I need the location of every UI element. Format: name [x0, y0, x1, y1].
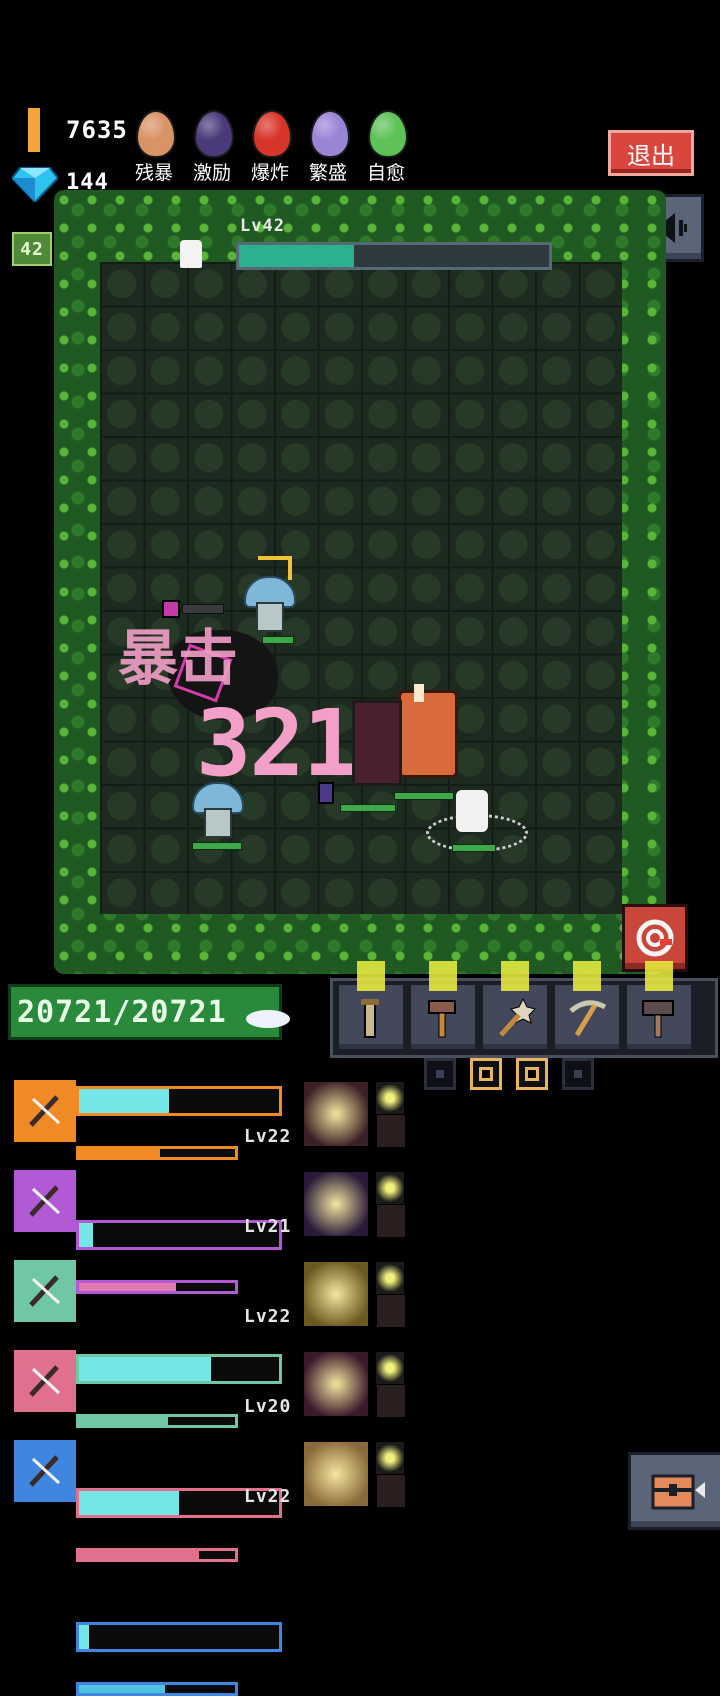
- page-dot[interactable]: [424, 1058, 456, 1090]
- player-level-badge: 42: [12, 232, 52, 266]
- passive-skill-icon[interactable]: [376, 1172, 404, 1204]
- passive-skill-icon[interactable]: [376, 1294, 406, 1328]
- hero-portrait[interactable]: [14, 1350, 76, 1412]
- mushroom-enemy: [244, 576, 296, 632]
- weapon-slot[interactable]: [552, 961, 622, 1052]
- passive-skill-icon[interactable]: [376, 1262, 404, 1294]
- charge-glow: [501, 961, 529, 991]
- crossed-blades-icon: [29, 1095, 61, 1127]
- hero-xp-bar: [76, 1414, 238, 1428]
- star-wand-icon: [499, 997, 536, 1037]
- green-egg-icon: [368, 110, 408, 158]
- hero-level: Lv21: [244, 1216, 292, 1237]
- mushroom-enemy: [192, 782, 244, 838]
- passive-skill-icon[interactable]: [376, 1474, 406, 1508]
- wave-progress-bar: [236, 242, 552, 270]
- wave-progress-fill: [239, 245, 354, 267]
- chest-button[interactable]: [628, 1452, 720, 1530]
- swirl-icon: [636, 919, 674, 957]
- red-horned-enemy: [398, 690, 458, 778]
- brown-egg-icon: [136, 110, 176, 158]
- crit-text: 暴击: [118, 624, 238, 694]
- player-hp-text: 20721/20721: [17, 994, 227, 1030]
- hero-energy-bar: [76, 1622, 282, 1652]
- hero-row[interactable]: Lv21: [0, 44, 720, 1294]
- hero-xp-bar: [76, 1682, 238, 1696]
- mushroom-halo: [258, 556, 292, 580]
- page-dot[interactable]: [516, 1058, 548, 1090]
- hero-skill-icon[interactable]: [304, 1352, 368, 1416]
- buff-label: 激励: [192, 162, 231, 184]
- gold-icon: [28, 108, 40, 152]
- hero-row[interactable]: Lv22: [0, 0, 720, 1160]
- diamond-icon: [10, 166, 60, 204]
- hammer-icon: [428, 1000, 456, 1038]
- hero-skill-icon[interactable]: [304, 1082, 368, 1146]
- hero-level: Lv22: [244, 1306, 292, 1327]
- enemy-hp-bar: [394, 792, 454, 800]
- buff-label: 繁盛: [308, 162, 347, 184]
- staff-icon: [29, 1365, 61, 1397]
- lavender-egg-icon: [310, 110, 350, 158]
- pickaxe-icon: [29, 1185, 61, 1217]
- mallet-icon: [642, 1000, 674, 1038]
- skeleton-enemy: [456, 790, 488, 832]
- hero-portrait[interactable]: [14, 1260, 76, 1322]
- hero-energy-bar: [76, 1086, 282, 1116]
- buff-label: 残暴: [134, 162, 173, 184]
- scroll-icon: [361, 999, 379, 1038]
- hero-level: Lv22: [244, 1126, 292, 1147]
- hero-skill-icon[interactable]: [304, 1442, 368, 1506]
- passive-skill-icon[interactable]: [376, 1204, 406, 1238]
- charge-glow: [573, 961, 601, 991]
- enemy-hp-bar: [452, 844, 496, 852]
- claw-icon: [29, 1275, 61, 1307]
- hero-portrait[interactable]: [14, 1440, 76, 1502]
- buff-label: 自愈: [366, 162, 405, 184]
- wave-skull-icon: [180, 240, 202, 268]
- page-dot[interactable]: [470, 1058, 502, 1090]
- hero-skill-icon[interactable]: [304, 1172, 368, 1236]
- page-dot[interactable]: [562, 1058, 594, 1090]
- weapon-slot[interactable]: [480, 961, 550, 1052]
- gold-count: 7635: [66, 116, 128, 144]
- weapon-slot[interactable]: [624, 961, 694, 1052]
- weapon-slot[interactable]: [408, 961, 478, 1052]
- enemy-hp-bar: [262, 636, 294, 644]
- red-egg-icon: [252, 110, 292, 158]
- hero-level: Lv22: [244, 1486, 292, 1507]
- weapon-slot[interactable]: [336, 961, 406, 1052]
- passive-skill-icon[interactable]: [376, 1384, 406, 1418]
- passive-skill-icon[interactable]: [376, 1442, 404, 1474]
- arena-floor: [100, 262, 622, 914]
- horn: [414, 684, 424, 702]
- charge-glow: [645, 961, 673, 991]
- hero-skill-icon[interactable]: [304, 1262, 368, 1326]
- hero-xp-bar: [76, 1280, 238, 1294]
- charge-glow: [357, 961, 385, 991]
- enemy-hp-bar: [340, 804, 396, 812]
- hero-portrait[interactable]: [14, 1170, 76, 1232]
- passive-skill-icon[interactable]: [376, 1114, 406, 1148]
- charge-glow: [429, 961, 457, 991]
- hero-energy-bar: [76, 1354, 282, 1384]
- passive-skill-icon[interactable]: [376, 1082, 404, 1114]
- dark-knight-enemy: [352, 700, 402, 786]
- wave-level-label: Lv42: [240, 216, 285, 236]
- mace-icon: [29, 1455, 61, 1487]
- wind-effect: [246, 1010, 290, 1028]
- buff-label: 爆炸: [250, 162, 289, 184]
- exit-button[interactable]: 退出: [608, 130, 694, 176]
- enemy-hp-bar: [192, 842, 242, 850]
- hero-portrait[interactable]: [14, 1080, 76, 1142]
- player-hp-bar: 20721/20721: [8, 984, 282, 1040]
- pickaxe-icon: [569, 1000, 607, 1037]
- dark-purple-egg-icon: [194, 110, 234, 158]
- hero-level: Lv20: [244, 1396, 292, 1417]
- treasure-chest-icon: [651, 1474, 705, 1510]
- hero-xp-bar: [76, 1146, 238, 1160]
- status-icon: [318, 782, 334, 804]
- passive-skill-icon[interactable]: [376, 1352, 404, 1384]
